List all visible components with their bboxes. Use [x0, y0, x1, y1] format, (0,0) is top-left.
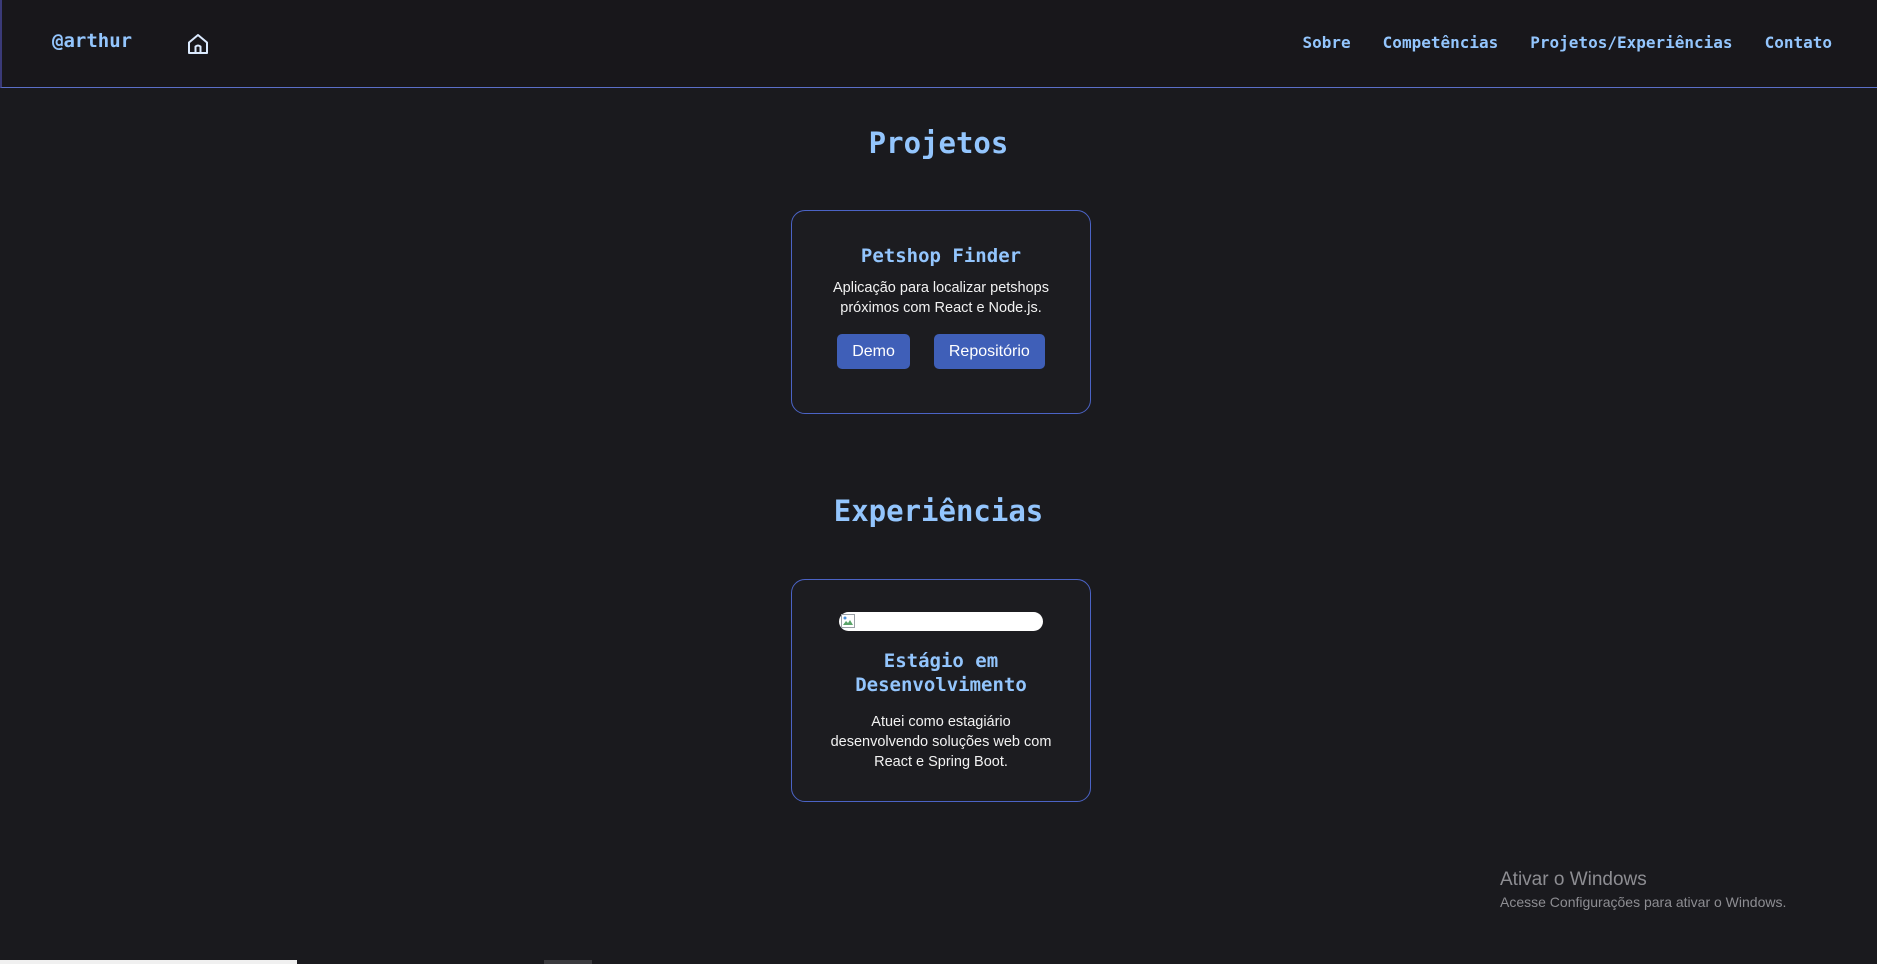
watermark-title: Ativar o Windows [1500, 869, 1647, 890]
bottom-scrollbar[interactable] [0, 960, 297, 964]
experience-description: Atuei como estagiário desenvolvendo solu… [830, 714, 1052, 770]
nav-link-projetos-experiencias[interactable]: Projetos/Experiências [1530, 33, 1732, 52]
nav-link-sobre[interactable]: Sobre [1303, 33, 1351, 52]
bottom-scrollbar-segment [544, 960, 592, 964]
experiences-section-title: Experiências [833, 494, 1044, 528]
repository-button[interactable]: Repositório [933, 334, 1045, 369]
project-description: Aplicação para localizar petshops próxim… [832, 280, 1049, 316]
project-title: Petshop Finder [860, 245, 1022, 267]
experience-title: Estágio em Desenvolvimento [855, 650, 1027, 696]
home-icon[interactable] [185, 31, 211, 57]
project-actions: Demo Repositório [792, 334, 1090, 369]
project-card: Petshop Finder Aplicação para localizar … [791, 210, 1091, 414]
navbar: @arthur Sobre Competências Projetos/Expe… [0, 0, 1877, 88]
windows-activation-watermark: Ativar o Windows Acesse Configurações pa… [1500, 868, 1786, 912]
projects-section-title: Projetos [868, 126, 1009, 160]
nav-links: Sobre Competências Projetos/Experiências… [1303, 33, 1833, 52]
nav-link-contato[interactable]: Contato [1765, 33, 1832, 52]
nav-link-competencias[interactable]: Competências [1383, 33, 1499, 52]
watermark-subtitle: Acesse Configurações para ativar o Windo… [1500, 894, 1787, 910]
brand-logo[interactable]: @arthur [52, 30, 132, 52]
demo-button[interactable]: Demo [837, 334, 910, 369]
experience-card: Estágio em Desenvolvimento Atuei como es… [791, 579, 1091, 802]
broken-image-icon [840, 613, 856, 629]
experience-image [839, 612, 1043, 631]
